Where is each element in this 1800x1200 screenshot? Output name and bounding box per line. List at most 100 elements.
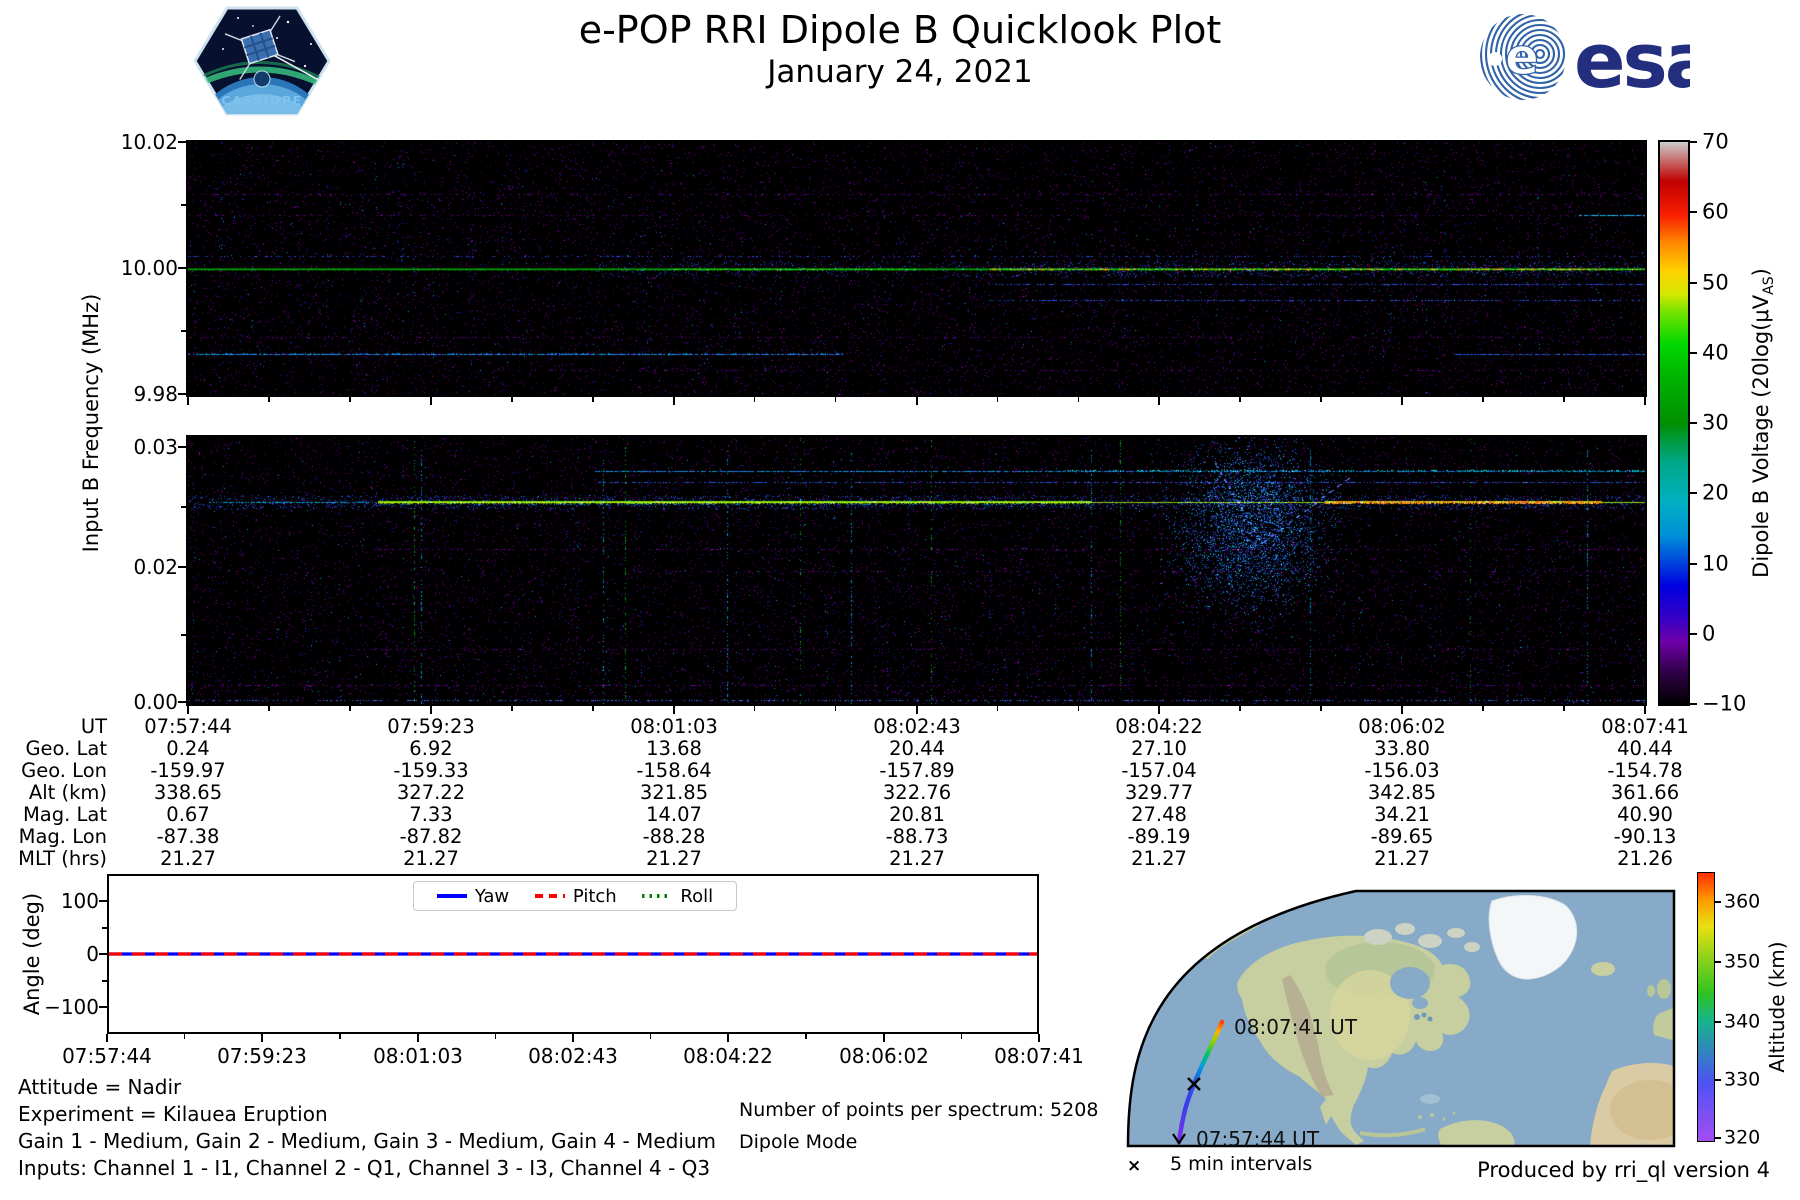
axis-tick [805, 1034, 807, 1039]
axis-tick [1158, 397, 1160, 405]
spectrogram-top-panel [186, 140, 1647, 397]
axis-tick [178, 701, 186, 703]
axis-tick [1690, 633, 1697, 635]
axis-tick [1690, 563, 1697, 565]
axis-tick [511, 706, 513, 711]
axis-tick [102, 927, 107, 929]
cell: 6.92 [331, 738, 531, 760]
legend-item-roll: Roll [642, 886, 713, 907]
top-ytick-1: 10.02 [93, 132, 178, 152]
alt-tick-360: 360 [1724, 893, 1760, 912]
axis-tick [727, 1034, 729, 1042]
cell: 21.27 [88, 848, 288, 870]
cell: 322.76 [817, 782, 1017, 804]
cell: 21.27 [574, 848, 774, 870]
svg-text:e: e [1505, 28, 1539, 86]
cell: 361.66 [1545, 782, 1745, 804]
cb-tick-30: 30 [1702, 413, 1729, 434]
cell: 21.27 [1059, 848, 1259, 870]
axis-tick [430, 397, 432, 405]
axis-tick [178, 267, 186, 269]
voltage-colorbar-label-prefix: Dipole B Voltage (20log(μV [1749, 295, 1773, 578]
annotation-attitude: Attitude = Nadir [18, 1075, 181, 1099]
axis-tick [572, 1034, 574, 1042]
cell: 342.85 [1302, 782, 1502, 804]
voltage-colorbar-label-suffix: ) [1749, 268, 1773, 276]
top-ytick-2: 10.00 [93, 258, 178, 278]
annotation-inputs: Inputs: Channel 1 - I1, Channel 2 - Q1, … [18, 1156, 710, 1180]
axis-tick [1690, 492, 1697, 494]
axis-tick [650, 1034, 652, 1039]
cell: 321.85 [574, 782, 774, 804]
axis-tick [997, 397, 999, 402]
axis-tick [181, 204, 186, 206]
esa-logo-text: esa [1574, 16, 1690, 102]
table-row-geolon: Geo. Lon -159.97 -159.33 -158.64 -157.89… [0, 760, 1800, 782]
cell: 27.48 [1059, 804, 1259, 826]
cassiope-logo-text: CASSIOPE [221, 93, 302, 108]
axis-tick [1320, 706, 1322, 711]
spectrogram-top-canvas [188, 142, 1645, 395]
axis-tick [1078, 706, 1080, 711]
legend-item-yaw: Yaw [437, 886, 509, 907]
axis-tick [268, 706, 270, 711]
cell: 329.77 [1059, 782, 1259, 804]
annotation-dipole-mode: Dipole Mode [739, 1131, 857, 1153]
altitude-colorbar-label: Altitude (km) [1765, 917, 1789, 1097]
axis-tick [106, 1034, 108, 1042]
axis-tick [1644, 397, 1646, 405]
axis-tick [1715, 1079, 1721, 1081]
cb-tick-10: 10 [1702, 553, 1729, 574]
cell: 08:04:22 [1059, 716, 1259, 738]
track-start-label: 07:57:44 UT [1196, 1127, 1320, 1148]
axis-tick [1644, 706, 1646, 714]
cell: -89.19 [1059, 826, 1259, 848]
axis-tick [754, 706, 756, 711]
cell: 07:59:23 [331, 716, 531, 738]
cell: -156.03 [1302, 760, 1502, 782]
cell: -159.33 [331, 760, 531, 782]
axis-tick [511, 397, 513, 402]
ground-track-map: 08:07:41 UT 07:57:44 UT [1120, 885, 1680, 1152]
track-end-label: 08:07:41 UT [1234, 1015, 1358, 1039]
axis-tick [181, 634, 186, 636]
axis-tick [916, 397, 918, 405]
cell: 21.27 [817, 848, 1017, 870]
cell: 0.24 [88, 738, 288, 760]
axis-tick [99, 953, 107, 955]
axis-tick [1690, 422, 1697, 424]
cell: 0.67 [88, 804, 288, 826]
esa-logo-icon: e esa [1478, 12, 1690, 102]
axis-tick [673, 706, 675, 714]
axis-tick [268, 397, 270, 402]
axis-tick [495, 1034, 497, 1039]
axis-tick [1078, 397, 1080, 402]
angle-xtick-6: 08:07:41 [939, 1046, 1139, 1066]
angle-ytick-100: 100 [14, 891, 99, 911]
cell: 08:06:02 [1302, 716, 1502, 738]
esa-logo: e esa [1478, 12, 1690, 106]
axis-tick [1401, 706, 1403, 714]
axis-tick [1563, 397, 1565, 402]
axis-tick [181, 330, 186, 332]
cell: -157.04 [1059, 760, 1259, 782]
attitude-legend: Yaw Pitch Roll [413, 881, 737, 911]
axis-tick [1715, 901, 1721, 903]
axis-tick [592, 706, 594, 711]
cb-tick-0: 0 [1702, 624, 1715, 645]
table-row-maglon: Mag. Lon -87.38 -87.82 -88.28 -88.73 -89… [0, 826, 1800, 848]
axis-tick [592, 397, 594, 402]
cassiope-logo: CASSIOPE [193, 4, 331, 122]
axis-tick [1690, 703, 1697, 705]
axis-tick [261, 1034, 263, 1042]
axis-tick [835, 706, 837, 711]
axis-tick [178, 446, 186, 448]
axis-tick [1715, 1137, 1721, 1139]
spectrogram-bottom-panel [186, 435, 1647, 706]
roll-line-icon [642, 894, 672, 898]
axis-tick [1563, 706, 1565, 711]
cell: -159.97 [88, 760, 288, 782]
legend-label-yaw: Yaw [475, 886, 509, 907]
cell: 338.65 [88, 782, 288, 804]
voltage-colorbar [1658, 140, 1690, 706]
